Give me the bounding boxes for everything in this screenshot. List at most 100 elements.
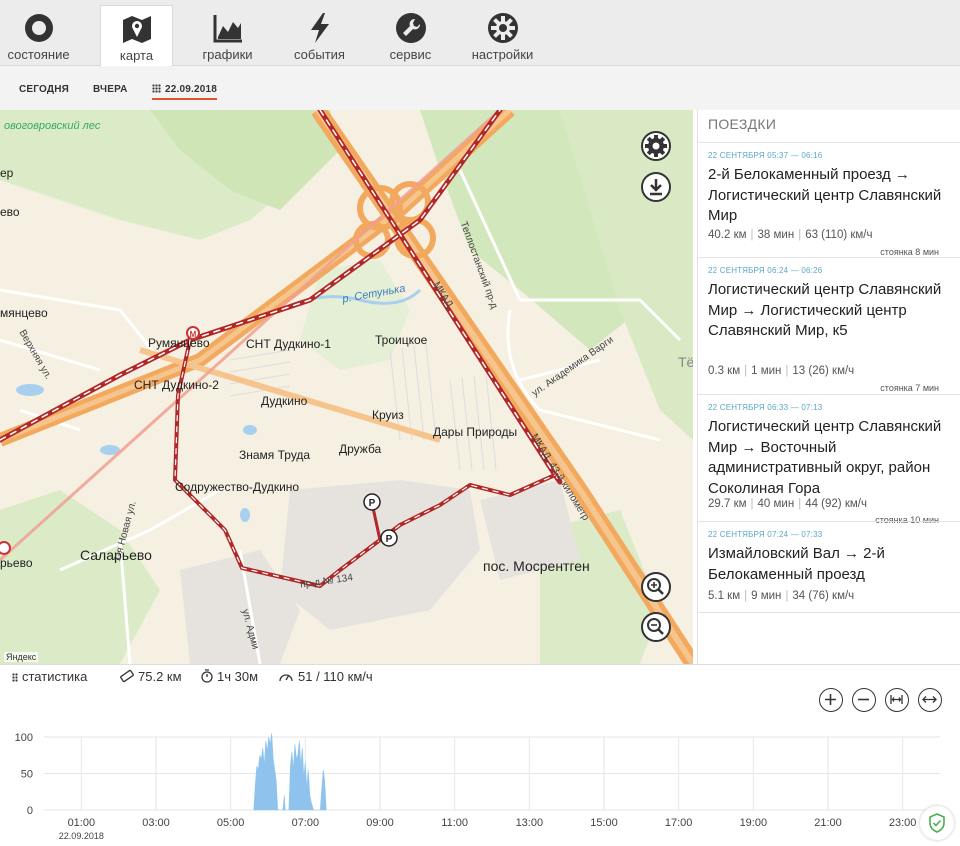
today-button[interactable]: СЕГОДНЯ — [19, 84, 69, 95]
trip-time: 22 СЕНТЯБРЯ 06:24 — 06:26 — [708, 266, 823, 275]
trip-stop: стоянка 7 мин — [880, 383, 939, 393]
nav-item-service[interactable]: сервис — [374, 5, 447, 66]
x-tick-label: 03:00 — [142, 817, 170, 829]
svg-text:P: P — [369, 498, 376, 509]
map-label: рьево — [0, 556, 33, 570]
y-tick-label: 100 — [15, 732, 33, 744]
map-view[interactable]: M P P овоговровский лес ер ево мянцево Р… — [0, 110, 693, 664]
speed-series-area — [253, 733, 327, 811]
trip-time: 22 СЕНТЯБРЯ 06:33 — 07:13 — [708, 403, 823, 412]
map-label: овоговровский лес — [4, 120, 101, 132]
zoom-out-icon — [647, 618, 664, 635]
map-label: СНТ Дудкино-2 — [134, 378, 219, 392]
trip-item[interactable]: 22 СЕНТЯБРЯ 06:33 — 07:13 Логистический … — [698, 394, 960, 525]
trip-route: Измайловский Вал → 2-й Белокаменный прое… — [708, 545, 885, 583]
nav-item-settings[interactable]: настройки — [466, 5, 539, 66]
lightning-icon — [310, 13, 329, 43]
x-tick-label: 23:00 — [889, 817, 917, 829]
speed-chart[interactable]: 100 50 0 01:00 03:00 05:00 07:00 09:00 11:00 13:0… — [0, 686, 960, 846]
drag-handle-icon — [12, 673, 18, 682]
stats-speed: 51 / 110 км/ч — [278, 669, 373, 684]
ruler-icon — [120, 669, 134, 683]
selected-date: 22.09.2018 — [165, 84, 218, 95]
security-badge[interactable] — [920, 806, 954, 840]
yandex-attribution[interactable]: Яндекс — [4, 652, 39, 662]
trip-stats: 29.7 км | 40 мин | 44 (92) км/ч — [708, 498, 867, 510]
shield-check-icon — [929, 813, 945, 833]
speedometer-icon — [279, 674, 293, 682]
wrench-icon — [395, 13, 426, 43]
date-picker-button[interactable]: 22.09.2018 — [152, 84, 218, 100]
x-tick-label: 13:00 — [516, 817, 544, 829]
map-download-button[interactable] — [641, 172, 671, 202]
x-tick-label: 15:00 — [590, 817, 618, 829]
trip-route: 2-й Белокаменный проезд → Логистический … — [708, 166, 942, 224]
trip-item[interactable]: 22 СЕНТЯБРЯ 07:24 — 07:33 Измайловский В… — [698, 521, 960, 613]
x-tick-label: 19:00 — [740, 817, 768, 829]
stats-distance: 75.2 км — [120, 669, 182, 684]
trips-title: ПОЕЗДКИ — [708, 116, 777, 132]
trip-stats: 5.1 км | 9 мин | 34 (76) км/ч — [708, 590, 855, 602]
nav-item-charts[interactable]: графики — [191, 5, 264, 66]
trip-time: 22 СЕНТЯБРЯ 07:24 — 07:33 — [708, 530, 823, 539]
x-tick-label: 01:00 — [68, 817, 96, 829]
gear-icon — [487, 13, 518, 43]
map-label: СНТ Дудкино-1 — [246, 337, 331, 351]
map-label: Троицкое — [375, 333, 428, 347]
map-label: Знамя Труда — [239, 448, 311, 462]
map-label: Дары Природы — [433, 425, 518, 439]
y-tick-label: 50 — [21, 769, 33, 781]
trip-stats: 0.3 км | 1 мин | 13 (26) км/ч — [708, 365, 855, 377]
map-label: Круиз — [372, 408, 404, 422]
map-label: Дружба — [339, 442, 382, 456]
stats-duration: 1ч 30м — [201, 669, 258, 684]
map-label: Содружество-Дудкино — [175, 480, 300, 494]
x-tick-label: 09:00 — [366, 817, 394, 829]
trip-stop: стоянка 8 мин — [880, 247, 939, 257]
nav-label: события — [294, 47, 345, 62]
x-tick-label: 11:00 — [441, 817, 468, 829]
nav-label: состояние — [7, 47, 70, 62]
speed-chart-area: 100 50 0 01:00 03:00 05:00 07:00 09:00 11:00 13:0… — [0, 686, 960, 846]
x-tick-label: 17:00 — [665, 817, 693, 829]
download-icon — [650, 179, 662, 196]
trip-route: Логистический центр Славянский Мир → Лог… — [708, 281, 942, 339]
yesterday-button[interactable]: ВЧЕРА — [93, 84, 128, 95]
trip-stats: 40.2 км | 38 мин | 63 (110) км/ч — [708, 229, 873, 241]
trip-time: 22 СЕНТЯБРЯ 05:37 — 06:16 — [708, 151, 823, 160]
x-tick-label: 07:00 — [292, 817, 320, 829]
stats-bar: статистика 75.2 км 1ч 30м 51 / 110 км/ч — [0, 664, 960, 686]
map-zoom-out-button[interactable] — [641, 612, 671, 642]
trip-item[interactable]: 22 СЕНТЯБРЯ 05:37 — 06:16 2-й Белокаменн… — [698, 142, 960, 257]
nav-label: графики — [202, 47, 253, 62]
nav-label: настройки — [471, 47, 534, 62]
stats-toggle[interactable]: статистика — [12, 669, 87, 684]
map-settings-button[interactable] — [641, 131, 671, 161]
nav-item-map[interactable]: карта — [100, 5, 173, 67]
nav-label: сервис — [389, 47, 432, 62]
map-label: ер — [0, 166, 14, 180]
map-label: Дудкино — [261, 394, 308, 408]
map-label: пос. Мосрентген — [483, 558, 590, 574]
date-bar: СЕГОДНЯ ВЧЕРА 22.09.2018 — [0, 66, 960, 110]
trip-route: Логистический центр Славянский Мир → Вос… — [708, 418, 942, 497]
map-label: Тё — [678, 354, 693, 370]
nav-item-events[interactable]: события — [283, 5, 356, 66]
map-label: ево — [0, 205, 20, 219]
map-zoom-in-button[interactable] — [641, 572, 671, 602]
top-navigation: состояние карта графики события сервис н… — [0, 0, 960, 67]
y-tick-label: 0 — [27, 805, 33, 817]
map-icon — [122, 16, 151, 43]
zoom-in-icon — [647, 578, 664, 595]
x-tick-label: 05:00 — [217, 817, 245, 829]
x-tick-label: 21:00 — [814, 817, 842, 829]
map-label: Румянцево — [148, 336, 210, 350]
circle-status-icon — [24, 14, 53, 42]
x-date-label: 22.09.2018 — [59, 831, 104, 841]
nav-label: карта — [119, 48, 154, 63]
trip-item[interactable]: 22 СЕНТЯБРЯ 06:24 — 06:26 Логистический … — [698, 257, 960, 394]
trips-panel: ПОЕЗДКИ 22 СЕНТЯБРЯ 05:37 — 06:16 2-й Бе… — [697, 110, 960, 664]
map-label: мянцево — [0, 306, 48, 320]
calendar-icon — [152, 84, 161, 93]
nav-item-status[interactable]: состояние — [2, 5, 75, 66]
